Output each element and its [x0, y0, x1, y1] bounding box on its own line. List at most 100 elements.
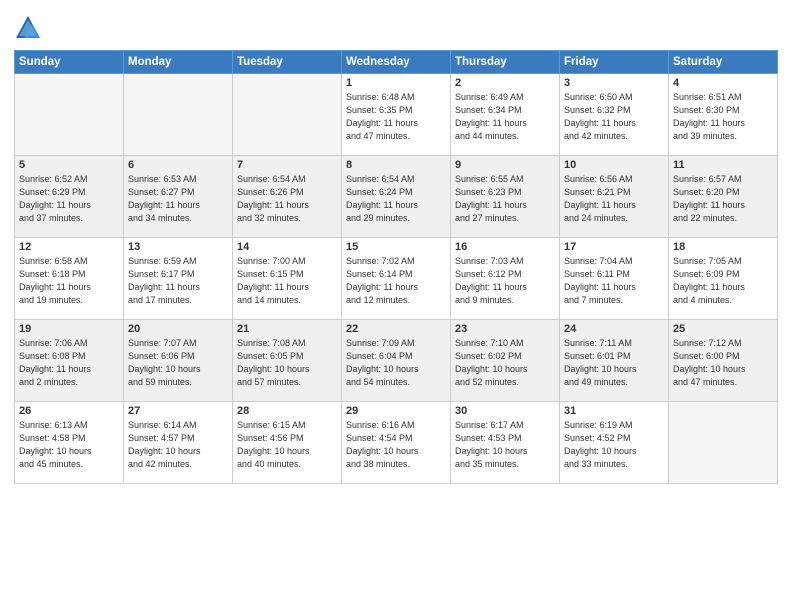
day-number: 15	[346, 241, 446, 253]
calendar: SundayMondayTuesdayWednesdayThursdayFrid…	[14, 50, 778, 484]
day-info: Sunrise: 6:50 AMSunset: 6:32 PMDaylight:…	[564, 91, 664, 143]
day-number: 19	[19, 323, 119, 335]
calendar-cell: 9 Sunrise: 6:55 AMSunset: 6:23 PMDaylight…	[451, 156, 560, 238]
weekday-header: Monday	[124, 51, 233, 74]
calendar-cell: 20 Sunrise: 7:07 AMSunset: 6:06 PMDayligh…	[124, 320, 233, 402]
day-number: 17	[564, 241, 664, 253]
day-number: 20	[128, 323, 228, 335]
weekday-header: Wednesday	[342, 51, 451, 74]
calendar-cell: 17 Sunrise: 7:04 AMSunset: 6:11 PMDayligh…	[560, 238, 669, 320]
day-number: 16	[455, 241, 555, 253]
day-info: Sunrise: 7:05 AMSunset: 6:09 PMDaylight:…	[673, 255, 773, 307]
day-info: Sunrise: 6:54 AMSunset: 6:24 PMDaylight:…	[346, 173, 446, 225]
calendar-week-row: 5 Sunrise: 6:52 AMSunset: 6:29 PMDaylight…	[15, 156, 778, 238]
calendar-cell: 27 Sunrise: 6:14 AMSunset: 4:57 PMDayligh…	[124, 402, 233, 484]
calendar-cell	[233, 74, 342, 156]
day-number: 29	[346, 405, 446, 417]
calendar-cell: 8 Sunrise: 6:54 AMSunset: 6:24 PMDaylight…	[342, 156, 451, 238]
calendar-cell: 7 Sunrise: 6:54 AMSunset: 6:26 PMDaylight…	[233, 156, 342, 238]
day-number: 22	[346, 323, 446, 335]
calendar-cell: 30 Sunrise: 6:17 AMSunset: 4:53 PMDayligh…	[451, 402, 560, 484]
day-number: 5	[19, 159, 119, 171]
day-number: 9	[455, 159, 555, 171]
calendar-cell: 4Sunrise: 6:51 AMSunset: 6:30 PMDaylight…	[669, 74, 778, 156]
day-number: 21	[237, 323, 337, 335]
calendar-cell: 16 Sunrise: 7:03 AMSunset: 6:12 PMDayligh…	[451, 238, 560, 320]
calendar-week-row: 26Sunrise: 6:13 AMSunset: 4:58 PMDayligh…	[15, 402, 778, 484]
calendar-cell: 12 Sunrise: 6:58 AMSunset: 6:18 PMDayligh…	[15, 238, 124, 320]
day-number: 25	[673, 323, 773, 335]
day-number: 6	[128, 159, 228, 171]
calendar-cell: 13 Sunrise: 6:59 AMSunset: 6:17 PMDayligh…	[124, 238, 233, 320]
calendar-cell: 6Sunrise: 6:53 AMSunset: 6:27 PMDaylight…	[124, 156, 233, 238]
day-info: Sunrise: 6:14 AMSunset: 4:57 PMDaylight:…	[128, 419, 228, 471]
day-number: 1	[346, 77, 446, 89]
calendar-cell: 5 Sunrise: 6:52 AMSunset: 6:29 PMDaylight…	[15, 156, 124, 238]
day-number: 24	[564, 323, 664, 335]
weekday-header: Thursday	[451, 51, 560, 74]
page: SundayMondayTuesdayWednesdayThursdayFrid…	[0, 0, 792, 612]
day-info: Sunrise: 7:00 AMSunset: 6:15 PMDaylight:…	[237, 255, 337, 307]
day-number: 13	[128, 241, 228, 253]
day-number: 10	[564, 159, 664, 171]
calendar-cell: 11Sunrise: 6:57 AMSunset: 6:20 PMDayligh…	[669, 156, 778, 238]
day-number: 3	[564, 77, 664, 89]
calendar-cell: 25Sunrise: 7:12 AMSunset: 6:00 PMDayligh…	[669, 320, 778, 402]
day-info: Sunrise: 7:06 AMSunset: 6:08 PMDaylight:…	[19, 337, 119, 389]
day-number: 18	[673, 241, 773, 253]
day-number: 27	[128, 405, 228, 417]
logo-icon	[14, 14, 42, 42]
calendar-cell	[124, 74, 233, 156]
day-number: 2	[455, 77, 555, 89]
day-info: Sunrise: 7:03 AMSunset: 6:12 PMDaylight:…	[455, 255, 555, 307]
calendar-cell: 28 Sunrise: 6:15 AMSunset: 4:56 PMDayligh…	[233, 402, 342, 484]
day-info: Sunrise: 7:11 AMSunset: 6:01 PMDaylight:…	[564, 337, 664, 389]
day-info: Sunrise: 6:52 AMSunset: 6:29 PMDaylight:…	[19, 173, 119, 225]
day-number: 23	[455, 323, 555, 335]
day-info: Sunrise: 7:10 AMSunset: 6:02 PMDaylight:…	[455, 337, 555, 389]
calendar-cell: 22 Sunrise: 7:09 AMSunset: 6:04 PMDayligh…	[342, 320, 451, 402]
day-info: Sunrise: 7:02 AMSunset: 6:14 PMDaylight:…	[346, 255, 446, 307]
day-info: Sunrise: 6:58 AMSunset: 6:18 PMDaylight:…	[19, 255, 119, 307]
day-number: 28	[237, 405, 337, 417]
day-info: Sunrise: 6:55 AMSunset: 6:23 PMDaylight:…	[455, 173, 555, 225]
day-info: Sunrise: 6:59 AMSunset: 6:17 PMDaylight:…	[128, 255, 228, 307]
calendar-cell: 29 Sunrise: 6:16 AMSunset: 4:54 PMDayligh…	[342, 402, 451, 484]
calendar-header-row: SundayMondayTuesdayWednesdayThursdayFrid…	[15, 51, 778, 74]
calendar-cell: 21 Sunrise: 7:08 AMSunset: 6:05 PMDayligh…	[233, 320, 342, 402]
calendar-cell: 2 Sunrise: 6:49 AMSunset: 6:34 PMDaylight…	[451, 74, 560, 156]
day-number: 14	[237, 241, 337, 253]
day-number: 7	[237, 159, 337, 171]
day-info: Sunrise: 6:17 AMSunset: 4:53 PMDaylight:…	[455, 419, 555, 471]
calendar-cell: 3 Sunrise: 6:50 AMSunset: 6:32 PMDaylight…	[560, 74, 669, 156]
day-number: 26	[19, 405, 119, 417]
day-info: Sunrise: 7:08 AMSunset: 6:05 PMDaylight:…	[237, 337, 337, 389]
day-info: Sunrise: 6:54 AMSunset: 6:26 PMDaylight:…	[237, 173, 337, 225]
calendar-cell	[15, 74, 124, 156]
day-info: Sunrise: 7:09 AMSunset: 6:04 PMDaylight:…	[346, 337, 446, 389]
day-info: Sunrise: 6:49 AMSunset: 6:34 PMDaylight:…	[455, 91, 555, 143]
day-info: Sunrise: 7:04 AMSunset: 6:11 PMDaylight:…	[564, 255, 664, 307]
day-number: 8	[346, 159, 446, 171]
day-info: Sunrise: 6:56 AMSunset: 6:21 PMDaylight:…	[564, 173, 664, 225]
calendar-week-row: 12 Sunrise: 6:58 AMSunset: 6:18 PMDayligh…	[15, 238, 778, 320]
day-number: 11	[673, 159, 773, 171]
calendar-cell: 10 Sunrise: 6:56 AMSunset: 6:21 PMDayligh…	[560, 156, 669, 238]
day-info: Sunrise: 6:16 AMSunset: 4:54 PMDaylight:…	[346, 419, 446, 471]
day-number: 31	[564, 405, 664, 417]
day-number: 30	[455, 405, 555, 417]
calendar-cell: 1 Sunrise: 6:48 AMSunset: 6:35 PMDaylight…	[342, 74, 451, 156]
calendar-cell: 23 Sunrise: 7:10 AMSunset: 6:02 PMDayligh…	[451, 320, 560, 402]
day-info: Sunrise: 6:48 AMSunset: 6:35 PMDaylight:…	[346, 91, 446, 143]
calendar-cell: 15 Sunrise: 7:02 AMSunset: 6:14 PMDayligh…	[342, 238, 451, 320]
day-number: 12	[19, 241, 119, 253]
logo	[14, 14, 46, 42]
calendar-cell: 14 Sunrise: 7:00 AMSunset: 6:15 PMDayligh…	[233, 238, 342, 320]
day-info: Sunrise: 7:07 AMSunset: 6:06 PMDaylight:…	[128, 337, 228, 389]
weekday-header: Friday	[560, 51, 669, 74]
calendar-cell: 31Sunrise: 6:19 AMSunset: 4:52 PMDayligh…	[560, 402, 669, 484]
day-info: Sunrise: 6:15 AMSunset: 4:56 PMDaylight:…	[237, 419, 337, 471]
calendar-cell: 26Sunrise: 6:13 AMSunset: 4:58 PMDayligh…	[15, 402, 124, 484]
calendar-week-row: 19 Sunrise: 7:06 AMSunset: 6:08 PMDayligh…	[15, 320, 778, 402]
calendar-cell: 24 Sunrise: 7:11 AMSunset: 6:01 PMDayligh…	[560, 320, 669, 402]
